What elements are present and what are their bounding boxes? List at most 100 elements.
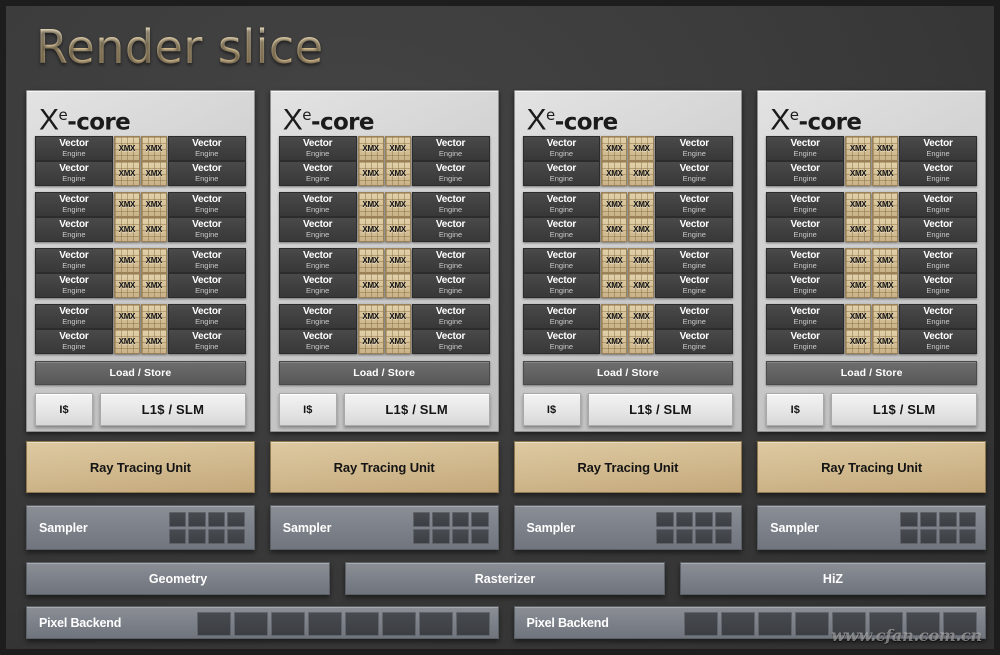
xmx-engine[interactable]: XMX — [357, 192, 384, 217]
vector-engine[interactable]: Vector Engine — [522, 136, 601, 161]
vector-engine[interactable]: Vector Engine — [167, 273, 246, 298]
load-store-unit[interactable]: Load / Store — [522, 361, 734, 385]
xmx-engine[interactable]: XMX — [113, 329, 140, 354]
l1-cache-slm[interactable]: L1$ / SLM — [587, 393, 734, 426]
xmx-engine[interactable]: XMX — [845, 192, 872, 217]
xmx-engine[interactable]: XMX — [872, 248, 899, 273]
vector-engine[interactable]: Vector Engine — [522, 217, 601, 242]
xmx-engine[interactable]: XMX — [113, 161, 140, 186]
sampler[interactable]: Sampler — [269, 505, 499, 550]
vector-engine[interactable]: Vector Engine — [899, 136, 977, 161]
xmx-engine[interactable]: XMX — [601, 304, 628, 329]
xmx-engine[interactable]: XMX — [357, 136, 384, 161]
xmx-engine[interactable]: XMX — [384, 217, 411, 242]
vector-engine[interactable]: Vector Engine — [411, 304, 490, 329]
pixel-backend[interactable]: Pixel Backend — [26, 606, 499, 639]
vector-engine[interactable]: Vector Engine — [411, 248, 490, 273]
xmx-engine[interactable]: XMX — [872, 304, 899, 329]
vector-engine[interactable]: Vector Engine — [766, 192, 845, 217]
xmx-engine[interactable]: XMX — [601, 217, 628, 242]
xmx-engine[interactable]: XMX — [357, 248, 384, 273]
xmx-engine[interactable]: XMX — [628, 192, 655, 217]
vector-engine[interactable]: Vector Engine — [167, 329, 246, 354]
vector-engine[interactable]: Vector Engine — [899, 304, 977, 329]
vector-engine[interactable]: Vector Engine — [411, 329, 490, 354]
vector-engine[interactable]: Vector Engine — [899, 273, 977, 298]
ray-tracing-unit[interactable]: Ray Tracing Unit — [26, 441, 255, 493]
xmx-engine[interactable]: XMX — [845, 304, 872, 329]
load-store-unit[interactable]: Load / Store — [278, 361, 490, 385]
vector-engine[interactable]: Vector Engine — [35, 329, 113, 354]
vector-engine[interactable]: Vector Engine — [411, 217, 490, 242]
vector-engine[interactable]: Vector Engine — [522, 304, 601, 329]
xmx-engine[interactable]: XMX — [845, 136, 872, 161]
load-store-unit[interactable]: Load / Store — [766, 361, 977, 385]
vector-engine[interactable]: Vector Engine — [522, 248, 601, 273]
xe-core[interactable]: Xe-core Vector Engine XMX XMX Vector Engine Vec… — [269, 90, 499, 432]
xmx-engine[interactable]: XMX — [357, 217, 384, 242]
vector-engine[interactable]: Vector Engine — [411, 136, 490, 161]
vector-engine[interactable]: Vector Engine — [411, 192, 490, 217]
xmx-engine[interactable]: XMX — [113, 248, 140, 273]
vector-engine[interactable]: Vector Engine — [899, 161, 977, 186]
xmx-engine[interactable]: XMX — [140, 329, 167, 354]
vector-engine[interactable]: Vector Engine — [167, 161, 246, 186]
xmx-engine[interactable]: XMX — [384, 304, 411, 329]
vector-engine[interactable]: Vector Engine — [167, 217, 246, 242]
xmx-engine[interactable]: XMX — [628, 273, 655, 298]
vector-engine[interactable]: Vector Engine — [278, 192, 357, 217]
vector-engine[interactable]: Vector Engine — [411, 273, 490, 298]
l1-cache-slm[interactable]: L1$ / SLM — [343, 393, 490, 426]
xmx-engine[interactable]: XMX — [845, 248, 872, 273]
vector-engine[interactable]: Vector Engine — [167, 248, 246, 273]
vector-engine[interactable]: Vector Engine — [655, 248, 734, 273]
xmx-engine[interactable]: XMX — [872, 273, 899, 298]
vector-engine[interactable]: Vector Engine — [899, 329, 977, 354]
vector-engine[interactable]: Vector Engine — [655, 329, 734, 354]
sampler[interactable]: Sampler — [513, 505, 743, 550]
xmx-engine[interactable]: XMX — [601, 273, 628, 298]
vector-engine[interactable]: Vector Engine — [899, 192, 977, 217]
xmx-engine[interactable]: XMX — [140, 161, 167, 186]
vector-engine[interactable]: Vector Engine — [35, 161, 113, 186]
xe-core[interactable]: Xe-core Vector Engine XMX XMX Vector Engine Vec… — [26, 90, 255, 432]
xmx-engine[interactable]: XMX — [384, 329, 411, 354]
vector-engine[interactable]: Vector Engine — [35, 217, 113, 242]
xmx-engine[interactable]: XMX — [628, 217, 655, 242]
vector-engine[interactable]: Vector Engine — [766, 248, 845, 273]
xmx-engine[interactable]: XMX — [628, 304, 655, 329]
xmx-engine[interactable]: XMX — [384, 136, 411, 161]
vector-engine[interactable]: Vector Engine — [766, 217, 845, 242]
vector-engine[interactable]: Vector Engine — [655, 192, 734, 217]
xmx-engine[interactable]: XMX — [845, 217, 872, 242]
vector-engine[interactable]: Vector Engine — [35, 248, 113, 273]
vector-engine[interactable]: Vector Engine — [655, 273, 734, 298]
xe-core[interactable]: Xe-core Vector Engine XMX XMX Vector Engine Vec… — [513, 90, 743, 432]
xmx-engine[interactable]: XMX — [113, 192, 140, 217]
vector-engine[interactable]: Vector Engine — [766, 161, 845, 186]
vector-engine[interactable]: Vector Engine — [278, 161, 357, 186]
xmx-engine[interactable]: XMX — [845, 161, 872, 186]
xmx-engine[interactable]: XMX — [384, 248, 411, 273]
xmx-engine[interactable]: XMX — [357, 273, 384, 298]
vector-engine[interactable]: Vector Engine — [278, 329, 357, 354]
xmx-engine[interactable]: XMX — [601, 136, 628, 161]
xmx-engine[interactable]: XMX — [113, 304, 140, 329]
vector-engine[interactable]: Vector Engine — [766, 136, 845, 161]
vector-engine[interactable]: Vector Engine — [278, 136, 357, 161]
xe-core[interactable]: Xe-core Vector Engine XMX XMX Vector Engine Vec… — [757, 90, 986, 432]
instruction-cache[interactable]: I$ — [522, 393, 581, 426]
sampler[interactable]: Sampler — [757, 505, 986, 550]
vector-engine[interactable]: Vector Engine — [278, 217, 357, 242]
xmx-engine[interactable]: XMX — [628, 329, 655, 354]
fixed-function-hiz[interactable]: HiZ — [680, 562, 986, 595]
l1-cache-slm[interactable]: L1$ / SLM — [100, 393, 246, 426]
xmx-engine[interactable]: XMX — [384, 192, 411, 217]
xmx-engine[interactable]: XMX — [357, 161, 384, 186]
l1-cache-slm[interactable]: L1$ / SLM — [831, 393, 977, 426]
xmx-engine[interactable]: XMX — [601, 192, 628, 217]
xmx-engine[interactable]: XMX — [140, 136, 167, 161]
xmx-engine[interactable]: XMX — [845, 329, 872, 354]
fixed-function-geometry[interactable]: Geometry — [26, 562, 330, 595]
ray-tracing-unit[interactable]: Ray Tracing Unit — [513, 441, 743, 493]
